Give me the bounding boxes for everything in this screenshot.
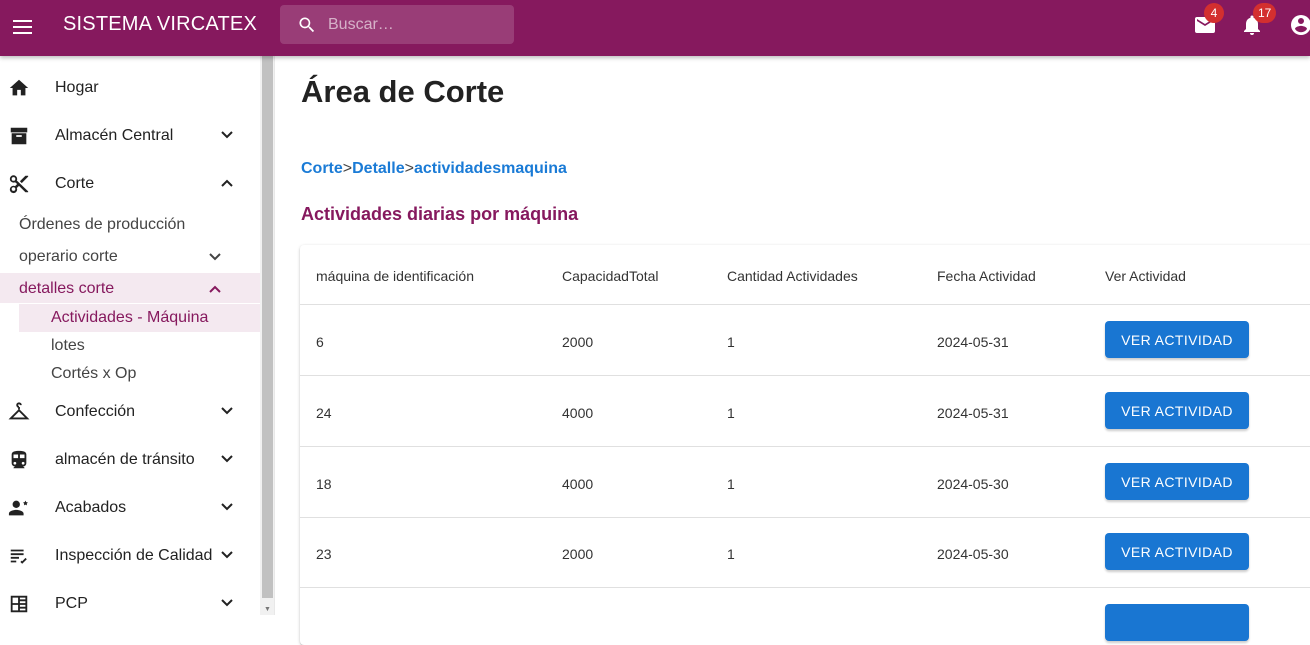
ver-actividad-button[interactable]: VER ACTIVIDAD [1105,463,1249,500]
sidebar-item-inspeccion-calidad[interactable]: Inspección de Calidad [0,532,260,580]
search-box[interactable] [280,5,514,44]
section-title: Actividades diarias por máquina [301,204,579,224]
chevron-down-icon [221,503,233,511]
cell-fecha: 2024-05-30 [937,546,1009,562]
sidebar-item-operario-corte[interactable]: operario corte [0,241,260,271]
page-title: Área de Corte [301,74,505,109]
scissors-icon [9,175,29,194]
archive-icon [10,127,28,145]
cell-capacidad: 4000 [562,476,594,492]
cell-cantidad: 1 [727,546,735,562]
mail-button[interactable]: 4 [1193,3,1224,37]
home-icon [9,79,29,96]
column-header-maquina: máquina de identificación [316,268,474,284]
scroll-down-arrow-icon[interactable]: ▼ [264,606,271,613]
account-button[interactable] [1289,13,1310,37]
breadcrumb-actividadesmaquina[interactable]: actividadesmaquina [414,160,567,177]
notifications-badge: 17 [1253,3,1277,23]
panel-icon [10,595,28,613]
scrollbar-thumb[interactable] [262,56,273,598]
chevron-down-icon [221,599,233,607]
ver-actividad-button[interactable]: VER ACTIVIDAD [1105,321,1249,358]
chevron-down-icon [221,551,233,559]
breadcrumb-detalle[interactable]: Detalle [352,160,404,177]
sidebar-item-corte[interactable]: Corte [0,160,260,208]
breadcrumb-corte[interactable]: Corte [301,160,343,177]
app-bar: SISTEMA VIRCATEX 4 17 [0,0,1310,56]
cell-maquina: 24 [316,405,332,421]
chevron-up-icon [221,179,233,187]
chevron-down-icon [221,455,233,463]
sidebar-item-cortes-x-op[interactable]: Cortés x Op [19,360,260,388]
menu-icon[interactable] [12,16,34,38]
sidebar-item-almacen-central[interactable]: Almacén Central [0,112,260,160]
sidebar-item-pcp[interactable]: PCP [0,580,260,628]
column-header-capacidad: CapacidadTotal [562,268,659,284]
notifications-button[interactable]: 17 [1240,3,1277,37]
ver-actividad-button[interactable]: VER ACTIVIDAD [1105,533,1249,570]
cell-cantidad: 1 [727,334,735,350]
breadcrumb: Corte>Detalle>actividadesmaquina [301,160,567,178]
chevron-down-icon [209,253,221,261]
sidebar-item-confeccion[interactable]: Confección [0,388,260,436]
sidebar-item-hogar[interactable]: Hogar [0,64,260,112]
search-icon [299,17,315,33]
table-row: 18 4000 1 2024-05-30 VER ACTIVIDAD [300,447,1310,518]
breadcrumb-separator: > [342,160,353,177]
cell-fecha: 2024-05-31 [937,405,1009,421]
hanger-icon [8,402,30,420]
sidebar-item-lotes[interactable]: lotes [19,332,260,360]
cell-fecha: 2024-05-31 [937,334,1009,350]
cell-maquina: 23 [316,546,332,562]
sidebar-scrollbar[interactable]: ▼ [260,56,275,615]
cell-cantidad: 1 [727,476,735,492]
sidebar-item-acabados[interactable]: Acabados [0,484,260,532]
cell-capacidad: 2000 [562,546,594,562]
worker-icon [8,500,28,516]
breadcrumb-separator: > [404,160,414,177]
sidebar-item-detalles-corte[interactable]: detalles corte [0,273,260,303]
mail-badge: 4 [1204,3,1224,23]
cell-maquina: 18 [316,476,332,492]
table-row: 6 2000 1 2024-05-31 VER ACTIVIDAD [300,305,1310,376]
cell-maquina: 6 [316,334,324,350]
cell-fecha: 2024-05-30 [937,476,1009,492]
table-header: máquina de identificación CapacidadTotal… [300,245,1310,305]
chevron-down-icon [221,131,233,139]
sidebar: Hogar Almacén Central Corte Órdenes de p… [0,56,260,615]
table-row: 23 2000 1 2024-05-30 VER ACTIVIDAD [300,517,1310,588]
search-input[interactable] [328,13,508,37]
checklist-icon [10,549,27,564]
chevron-down-icon [221,407,233,415]
sidebar-item-ordenes-produccion[interactable]: Órdenes de producción [0,209,260,239]
cell-capacidad: 4000 [562,405,594,421]
account-icon [1291,15,1310,35]
column-header-ver: Ver Actividad [1105,268,1186,284]
main-content: Área de Corte Corte>Detalle>actividadesm… [276,56,1310,645]
ver-actividad-button[interactable] [1105,604,1249,641]
cell-capacidad: 2000 [562,334,594,350]
table-row [300,588,1310,645]
app-title: SISTEMA VIRCATEX [63,13,257,35]
column-header-fecha: Fecha Actividad [937,268,1036,284]
ver-actividad-button[interactable]: VER ACTIVIDAD [1105,392,1249,429]
train-icon [11,450,27,469]
chevron-up-icon [209,285,221,293]
sidebar-item-actividades-maquina[interactable]: Actividades - Máquina [19,304,260,332]
cell-cantidad: 1 [727,405,735,421]
table-row: 24 4000 1 2024-05-31 VER ACTIVIDAD [300,376,1310,447]
column-header-cantidad: Cantidad Actividades [727,268,858,284]
sidebar-item-almacen-transito[interactable]: almacén de tránsito [0,436,260,484]
activities-table: máquina de identificación CapacidadTotal… [300,245,1310,645]
